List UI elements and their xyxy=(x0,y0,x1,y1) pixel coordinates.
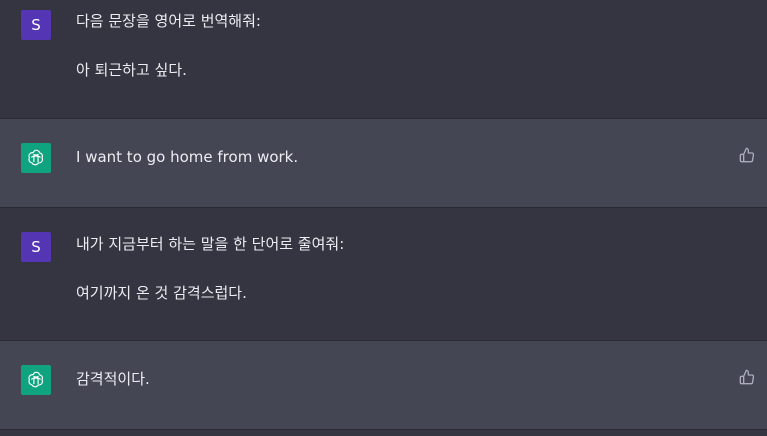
message-line: 여기까지 온 것 감격스럽다. xyxy=(76,284,247,302)
thumbs-up-icon[interactable] xyxy=(739,147,755,163)
assistant-message: 감격적이다. xyxy=(0,341,767,430)
assistant-message: I want to go home from work. xyxy=(0,119,767,208)
message-line: 내가 지금부터 하는 말을 한 단어로 줄여줘: xyxy=(76,235,345,253)
openai-logo-icon xyxy=(21,143,51,173)
user-avatar: S xyxy=(21,10,51,40)
user-message: S 다음 문장을 영어로 번역해줘: 아 퇴근하고 싶다. xyxy=(0,0,767,119)
message-line: I want to go home from work. xyxy=(76,148,299,166)
message-line: 다음 문장을 영어로 번역해줘: xyxy=(76,12,261,30)
avatar-letter: S xyxy=(31,16,41,34)
message-line: 감격적이다. xyxy=(76,370,150,388)
user-avatar: S xyxy=(21,232,51,262)
thumbs-up-icon[interactable] xyxy=(739,369,755,385)
openai-logo-icon xyxy=(21,365,51,395)
message-line: 아 퇴근하고 싶다. xyxy=(76,61,187,79)
user-message: S 내가 지금부터 하는 말을 한 단어로 줄여줘: 여기까지 온 것 감격스럽… xyxy=(0,208,767,341)
chat-bottom-area xyxy=(0,430,767,436)
avatar-letter: S xyxy=(31,238,41,256)
